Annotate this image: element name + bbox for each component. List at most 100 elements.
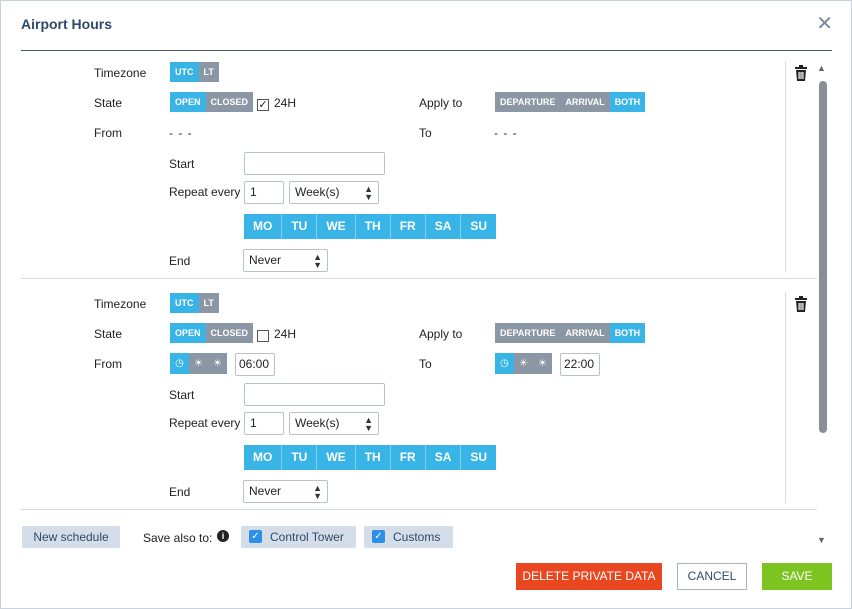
state-open-button[interactable]: OPEN [170, 323, 206, 343]
to-time-mode: ◷ ☀ ☀ [495, 353, 552, 374]
new-schedule-button[interactable]: New schedule [22, 526, 120, 548]
from-value: - - - [169, 126, 193, 140]
end-select[interactable]: Never ▲ ▼ [243, 249, 328, 272]
from-label: From [94, 357, 122, 371]
to-value: - - - [494, 126, 518, 140]
vertical-scrollbar[interactable]: ▲ ▼ [816, 63, 828, 547]
cancel-button[interactable]: CANCEL [677, 563, 747, 590]
tz-utc-button[interactable]: UTC [170, 293, 199, 313]
weekday-picker: MO TU WE TH FR SA SU [244, 214, 497, 239]
day-mo-button[interactable]: MO [244, 214, 283, 239]
airport-hours-dialog: Airport Hours ✕ Timezone UTC LT State OPE… [0, 0, 852, 609]
timezone-label: Timezone [94, 66, 147, 80]
repeat-value-input[interactable]: 1 [244, 412, 284, 435]
timezone-toggle: UTC LT [170, 293, 219, 313]
start-input[interactable] [244, 383, 385, 406]
state-toggle: OPEN CLOSED [170, 92, 254, 112]
state-label: State [94, 96, 123, 110]
weekday-picker: MO TU WE TH FR SA SU [244, 445, 497, 470]
day-tu-button[interactable]: TU [282, 214, 318, 239]
day-fr-button[interactable]: FR [390, 445, 426, 470]
scrollbar-thumb[interactable] [819, 81, 827, 433]
day-we-button[interactable]: WE [317, 214, 356, 239]
block-divider [785, 292, 786, 503]
from-time-input[interactable]: 06:00 [235, 353, 275, 376]
start-label: Start [169, 157, 195, 171]
repeat-unit-select[interactable]: Week(s) ▲ ▼ [289, 181, 379, 204]
state-closed-button[interactable]: CLOSED [205, 92, 254, 112]
repeat-unit-value: Week(s) [295, 185, 340, 199]
sunrise-icon[interactable]: ☀ [189, 353, 208, 374]
schedule-block: Timezone UTC LT State OPEN CLOSED 24H Appl… [21, 288, 817, 510]
schedule-block: Timezone UTC LT State OPEN CLOSED ✓ 24H Ap… [21, 57, 817, 279]
apply-both-button[interactable]: BOTH [609, 92, 646, 112]
save-button[interactable]: SAVE [762, 563, 832, 590]
end-label: End [169, 254, 191, 268]
timezone-toggle: UTC LT [170, 62, 219, 82]
start-label: Start [169, 388, 195, 402]
tz-lt-button[interactable]: LT [198, 62, 219, 82]
apply-both-button[interactable]: BOTH [609, 323, 646, 343]
h24-checkbox[interactable]: ✓ [257, 99, 269, 111]
day-sa-button[interactable]: SA [425, 445, 462, 470]
chevron-updown-icon: ▲ ▼ [364, 184, 373, 202]
from-label: From [94, 126, 122, 140]
close-icon[interactable]: ✕ [816, 14, 833, 34]
day-su-button[interactable]: SU [461, 445, 497, 470]
clock-icon[interactable]: ◷ [170, 353, 189, 374]
chevron-updown-icon: ▲ ▼ [313, 252, 322, 270]
control-tower-checkbox[interactable]: ✓ Control Tower [241, 526, 356, 548]
start-input[interactable] [244, 152, 385, 175]
apply-to-label: Apply to [419, 327, 463, 341]
h24-label: 24H [274, 96, 297, 110]
tz-utc-button[interactable]: UTC [170, 62, 199, 82]
control-tower-label: Control Tower [270, 530, 344, 544]
state-label: State [94, 327, 123, 341]
to-time-input[interactable]: 22:00 [560, 353, 600, 376]
end-select[interactable]: Never ▲ ▼ [243, 480, 328, 503]
repeat-every-label: Repeat every [169, 416, 241, 430]
apply-to-toggle: DEPARTURE ARRIVAL BOTH [495, 323, 646, 343]
apply-arrival-button[interactable]: ARRIVAL [560, 92, 610, 112]
day-th-button[interactable]: TH [355, 214, 391, 239]
sunrise-icon[interactable]: ☀ [514, 353, 533, 374]
state-toggle: OPEN CLOSED [170, 323, 254, 343]
trash-icon[interactable] [794, 65, 808, 81]
scroll-down-icon[interactable]: ▼ [817, 535, 826, 545]
day-su-button[interactable]: SU [461, 214, 497, 239]
day-tu-button[interactable]: TU [282, 445, 318, 470]
h24-checkbox[interactable] [257, 330, 269, 342]
day-sa-button[interactable]: SA [425, 214, 462, 239]
sunset-icon[interactable]: ☀ [208, 353, 227, 374]
apply-to-toggle: DEPARTURE ARRIVAL BOTH [495, 92, 646, 112]
tz-lt-button[interactable]: LT [198, 293, 219, 313]
state-open-button[interactable]: OPEN [170, 92, 206, 112]
repeat-value-input[interactable]: 1 [244, 181, 284, 204]
state-closed-button[interactable]: CLOSED [205, 323, 254, 343]
save-also-label: Save also to: [143, 531, 213, 545]
trash-icon[interactable] [794, 296, 808, 312]
repeat-unit-select[interactable]: Week(s) ▲ ▼ [289, 412, 379, 435]
customs-checkbox[interactable]: ✓ Customs [364, 526, 453, 548]
apply-departure-button[interactable]: DEPARTURE [495, 92, 561, 112]
from-time-mode: ◷ ☀ ☀ [170, 353, 227, 374]
day-fr-button[interactable]: FR [390, 214, 426, 239]
h24-label: 24H [274, 327, 297, 341]
sunset-icon[interactable]: ☀ [533, 353, 552, 374]
chevron-updown-icon: ▲ ▼ [364, 415, 373, 433]
apply-departure-button[interactable]: DEPARTURE [495, 323, 561, 343]
chevron-updown-icon: ▲ ▼ [313, 483, 322, 501]
dialog-title: Airport Hours [21, 16, 112, 32]
timezone-label: Timezone [94, 297, 147, 311]
to-label: To [419, 126, 432, 140]
delete-private-data-button[interactable]: DELETE PRIVATE DATA [516, 563, 662, 590]
day-mo-button[interactable]: MO [244, 445, 283, 470]
scroll-up-icon[interactable]: ▲ [817, 63, 826, 73]
checkmark-icon: ✓ [249, 530, 262, 543]
apply-arrival-button[interactable]: ARRIVAL [560, 323, 610, 343]
day-we-button[interactable]: WE [317, 445, 356, 470]
end-value: Never [249, 253, 282, 267]
day-th-button[interactable]: TH [355, 445, 391, 470]
clock-icon[interactable]: ◷ [495, 353, 514, 374]
info-icon[interactable]: i [217, 530, 229, 542]
